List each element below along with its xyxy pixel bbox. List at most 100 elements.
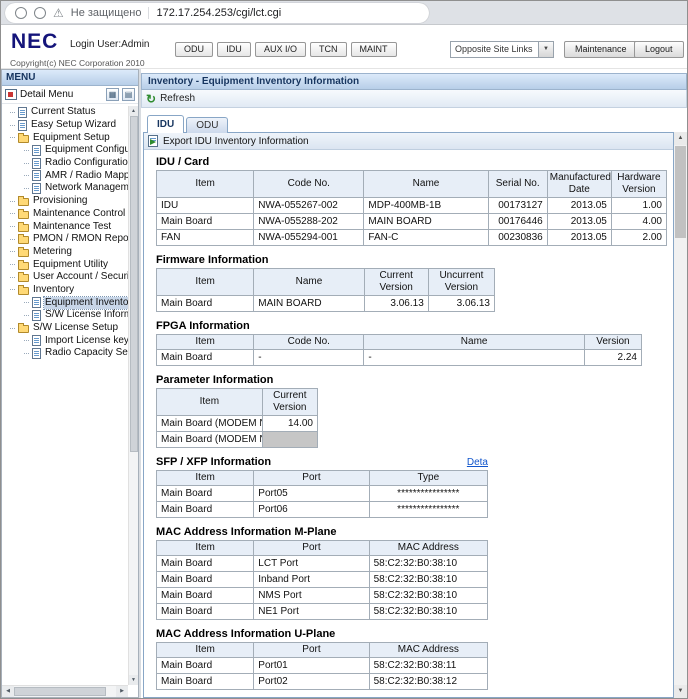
tree-item[interactable]: S/W License Information [2, 309, 128, 322]
refresh-icon: ↻ [146, 91, 157, 106]
tree-item[interactable]: Metering [2, 246, 128, 259]
table-header-row: Item Code No. Name Version [155, 334, 643, 350]
table-cell: FAN-C [363, 229, 489, 246]
tree-connector [10, 137, 15, 139]
maintenance-button[interactable]: Maintenance [564, 41, 638, 58]
tree-item[interactable]: Easy Setup Wizard [2, 119, 128, 132]
scrollbar-thumb[interactable] [14, 687, 106, 696]
tree-connector [10, 238, 15, 240]
table-row: Main Board Port02 58:C2:32:B0:38:12 [155, 673, 489, 690]
folder-icon [18, 272, 29, 283]
table-cell [261, 431, 319, 448]
table-row: Main Board Port01 58:C2:32:B0:38:11 [155, 657, 489, 674]
tree-item[interactable]: Equipment Setup [2, 131, 128, 144]
not-secure-warning-icon[interactable]: ⚠ [53, 7, 64, 19]
maint-button[interactable]: MAINT [350, 42, 397, 57]
table-cell: 00230836 [487, 229, 548, 246]
chevron-down-icon[interactable]: ▼ [538, 42, 553, 57]
tab-odu[interactable]: ODU [186, 117, 229, 133]
idu-button[interactable]: IDU [217, 42, 251, 57]
tree-item[interactable]: S/W License Setup [2, 322, 128, 335]
tree-item-label: PMON / RMON Report [33, 233, 128, 245]
tcn-button[interactable]: TCN [310, 42, 347, 57]
logout-button[interactable]: Logout [634, 41, 684, 58]
aux-io-button[interactable]: AUX I/O [255, 42, 307, 57]
tree-item[interactable]: AMR / Radio Mapping Configur [2, 169, 128, 182]
tab-idu[interactable]: IDU [147, 115, 185, 133]
scrollbar-right-arrow[interactable]: ▶ [116, 686, 128, 697]
tree-item[interactable]: Equipment Configuration [2, 144, 128, 157]
table-cell: MAIN BOARD [253, 295, 365, 312]
tree-item[interactable]: Inventory [2, 284, 128, 297]
section-title: MAC Address Information U-Plane [156, 628, 336, 640]
table-cell: Port06 [253, 501, 370, 518]
inventory-section: FPGA Information Item Code No. Name Version M… [155, 321, 673, 366]
page-title: Inventory - Equipment Inventory Informat… [141, 73, 687, 90]
tree-item[interactable]: Radio Capacity Setting [2, 347, 128, 360]
scrollbar-track[interactable] [106, 686, 116, 697]
grid-icon[interactable]: ▦ [106, 88, 119, 101]
security-label[interactable]: Не защищено [71, 7, 142, 19]
tree-item-label: Radio Configuration [45, 157, 128, 169]
table-row: Main Board NWA-055288-202 MAIN BOARD 001764… [155, 213, 668, 230]
table-row: Main Board (MODEM No...14.00 [156, 415, 319, 432]
page-icon [32, 297, 41, 309]
sidebar-horizontal-scrollbar[interactable]: ◀ ▶ [2, 685, 128, 697]
refresh-button[interactable]: Refresh [160, 93, 195, 104]
inventory-table: Item Port Type Main Board Port05 ************… [155, 470, 489, 518]
scrollbar-up-arrow[interactable]: ▲ [129, 106, 138, 116]
tree-item[interactable]: Current Status [2, 106, 128, 119]
table-cell: Main Board [155, 571, 255, 588]
tree-item[interactable]: User Account / Security Setting [2, 271, 128, 284]
tree-item[interactable]: Maintenance Control [2, 208, 128, 221]
tree-item-label: S/W License Information [45, 309, 128, 321]
folder-icon [18, 221, 29, 232]
tree-item[interactable]: Equipment Inventory Informat [2, 295, 128, 310]
detail-link[interactable]: Deta [467, 457, 488, 468]
table-row: Main Board MAIN BOARD 3.06.13 3.06.13 [155, 295, 496, 312]
tree-item[interactable]: Maintenance Test [2, 220, 128, 233]
main-panel: Inventory - Equipment Inventory Informat… [141, 69, 687, 698]
tree-connector [10, 264, 15, 266]
tree-item-label: Maintenance Test [33, 220, 112, 232]
url-text[interactable]: 172.17.254.253/cgi/lct.cgi [156, 7, 281, 19]
table-cell: 2013.05 [546, 229, 612, 246]
table-header-row: Item Port Type [155, 470, 489, 486]
opposite-site-links-dropdown[interactable]: Opposite Site Links ▼ [450, 41, 554, 58]
section-head: SFP / XFP Information Deta [156, 457, 488, 469]
table-cell: Main Board [155, 587, 255, 604]
export-idu-inventory-button[interactable]: Export IDU Inventory Information [163, 136, 309, 147]
tree-item[interactable]: Network Management Configu [2, 182, 128, 195]
scrollbar-down-arrow[interactable]: ▼ [674, 685, 687, 698]
main-vertical-scrollbar[interactable]: ▲ ▼ [674, 132, 687, 698]
tree-connector [10, 124, 15, 126]
page-icon [32, 347, 41, 359]
tree-item[interactable]: PMON / RMON Report [2, 233, 128, 246]
tree-item[interactable]: Radio Configuration [2, 157, 128, 170]
scrollbar-thumb[interactable] [675, 146, 686, 238]
tree-item[interactable]: Provisioning [2, 195, 128, 208]
reload-icon[interactable] [34, 7, 46, 19]
table-cell: 3.06.13 [363, 295, 429, 312]
sidebar: MENU Detail Menu ▦ ▤ Current Status Easy … [1, 69, 139, 698]
scrollbar-left-arrow[interactable]: ◀ [2, 686, 14, 697]
detail-menu-row[interactable]: Detail Menu ▦ ▤ [2, 86, 138, 104]
tree-connector [10, 276, 15, 278]
back-icon[interactable] [15, 7, 27, 19]
inventory-section: Firmware Information Item Name Current Vers… [155, 255, 673, 312]
column-header: Item [155, 268, 255, 296]
detail-menu-label[interactable]: Detail Menu [20, 89, 103, 100]
scrollbar-down-arrow[interactable]: ▼ [129, 675, 138, 685]
tree-item[interactable]: Equipment Utility [2, 258, 128, 271]
tree-item[interactable]: Import License key [2, 334, 128, 347]
scrollbar-thumb[interactable] [130, 116, 138, 452]
sidebar-vertical-scrollbar[interactable]: ▲ ▼ [128, 106, 138, 685]
tree-item-label: Equipment Utility [33, 258, 109, 270]
column-header: Code No. [253, 334, 365, 350]
list-icon[interactable]: ▤ [122, 88, 135, 101]
page-icon [32, 335, 41, 347]
scrollbar-up-arrow[interactable]: ▲ [674, 132, 687, 145]
odu-button[interactable]: ODU [175, 42, 213, 57]
section-title: IDU / Card [156, 156, 210, 168]
address-bar[interactable]: ⚠ Не защищено 172.17.254.253/cgi/lct.cgi [5, 3, 429, 23]
